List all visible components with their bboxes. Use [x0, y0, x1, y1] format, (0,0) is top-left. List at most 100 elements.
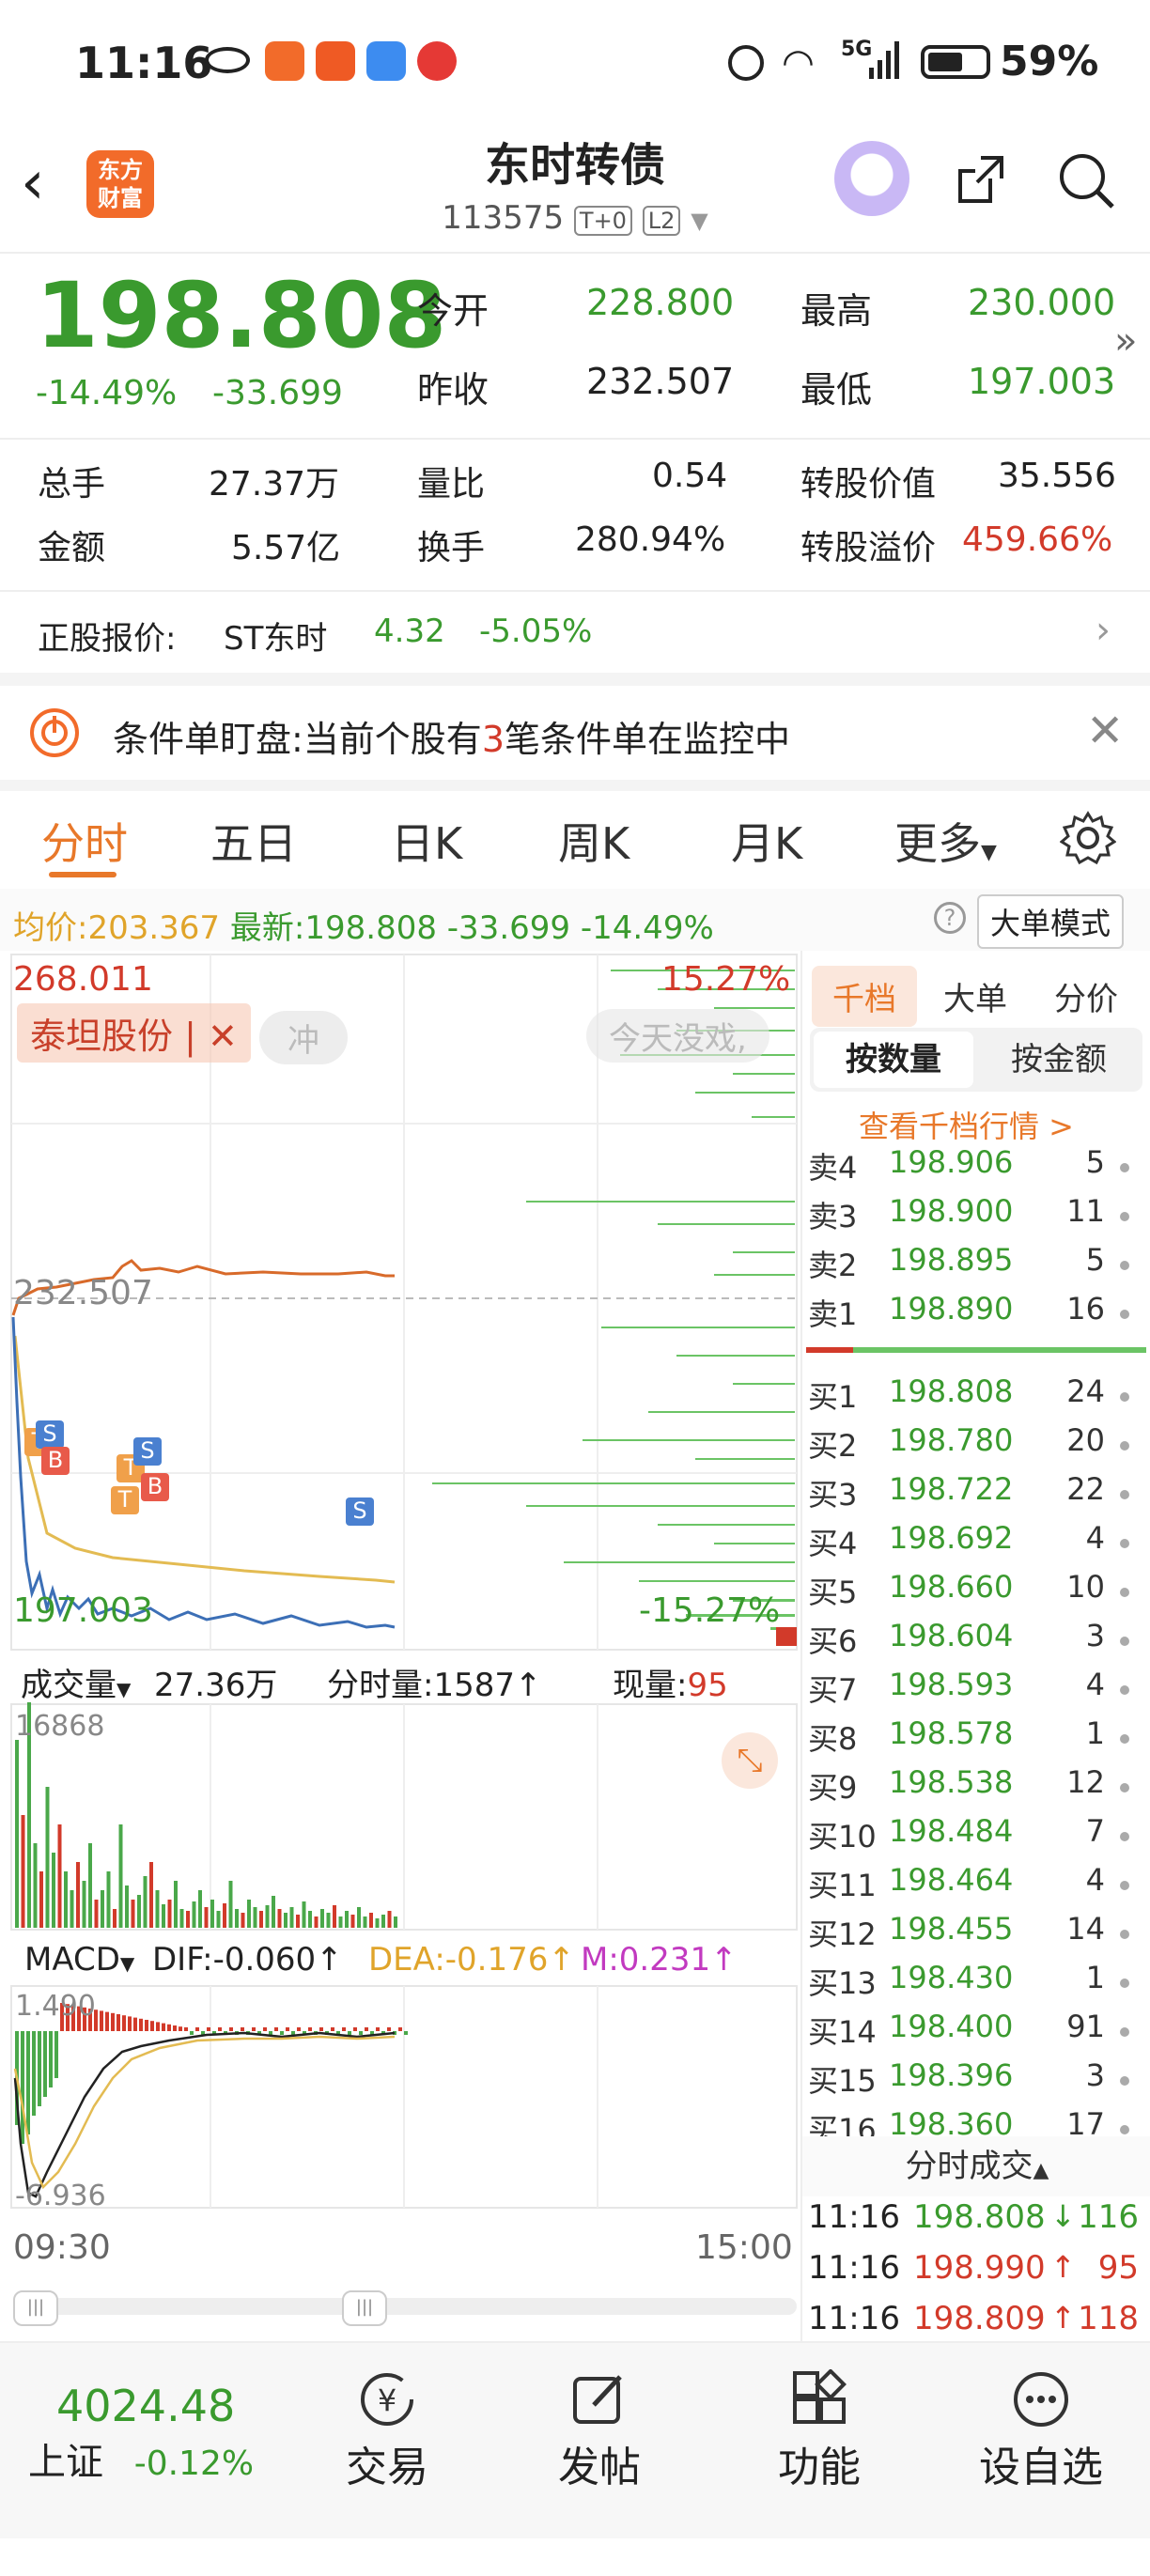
- nav-trade[interactable]: ¥ 交易: [303, 2369, 472, 2493]
- bid-level-price: 198.430: [889, 1960, 1014, 1995]
- nav-add-watchlist[interactable]: 设自选: [956, 2369, 1126, 2493]
- bid-level-row[interactable]: 买10 198.484 7: [802, 1813, 1146, 1862]
- volume-bar: [259, 1911, 263, 1928]
- bid-level-row[interactable]: 买13 198.430 1: [802, 1960, 1146, 2009]
- l2-badge: L2: [642, 206, 681, 236]
- ask-level-row[interactable]: 卖1 198.890 16: [802, 1291, 1146, 1340]
- expand-right-icon[interactable]: »: [1114, 319, 1137, 363]
- compare-chip[interactable]: 冲: [259, 1011, 348, 1064]
- bid-level-row[interactable]: 买5 198.660 10: [802, 1569, 1146, 1618]
- tick-price: 198.990: [913, 2249, 1046, 2287]
- condition-order-alert[interactable]: 条件单盯盘:当前个股有3笔条件单在监控中 ✕: [0, 686, 1150, 780]
- ask-level-row[interactable]: 卖4 198.906 5: [802, 1144, 1146, 1193]
- settings-gear-icon[interactable]: [1059, 810, 1117, 866]
- side-tab-depth[interactable]: 千档: [812, 966, 917, 1027]
- low-label: 最低: [800, 369, 873, 411]
- prev-value: 232.507: [586, 361, 735, 402]
- bid-level-row[interactable]: 买9 198.538 12: [802, 1764, 1146, 1813]
- search-icon[interactable]: [1056, 150, 1116, 210]
- bid-level-row[interactable]: 买3 198.722 22: [802, 1471, 1146, 1520]
- volume-bar: [338, 1916, 343, 1928]
- bid-level-row[interactable]: 买4 198.692 4: [802, 1520, 1146, 1569]
- bid-level-row[interactable]: 买12 198.455 14: [802, 1911, 1146, 1960]
- nav-functions[interactable]: 功能: [735, 2368, 904, 2493]
- bid-level-row[interactable]: 买8 198.578 1: [802, 1715, 1146, 1764]
- bid-level-row[interactable]: 买16 198.360 17: [802, 2106, 1146, 2136]
- level-dot-icon: [1120, 2125, 1129, 2134]
- bid-level-row[interactable]: 买11 198.464 4: [802, 1862, 1146, 1911]
- tick-time: 11:16: [808, 2300, 900, 2337]
- bid-level-row[interactable]: 买7 198.593 4: [802, 1667, 1146, 1715]
- chevron-down-icon: ▼: [691, 208, 708, 234]
- tab-more[interactable]: 更多▼: [894, 810, 997, 872]
- tab-intraday[interactable]: 分时: [41, 810, 128, 872]
- help-icon[interactable]: ?: [934, 902, 966, 934]
- comment-hint[interactable]: 今天没戏,: [586, 1009, 769, 1063]
- view-depth-link[interactable]: 查看千档行情 >: [859, 1103, 1074, 1146]
- slider-handle-right[interactable]: |||: [342, 2290, 387, 2326]
- expand-icon[interactable]: ⤡: [722, 1732, 778, 1789]
- trade-marker-b[interactable]: B: [141, 1473, 169, 1501]
- trade-marker-t[interactable]: T: [111, 1486, 139, 1514]
- tab-weekly-k[interactable]: 周K: [558, 810, 629, 872]
- bid-level-row[interactable]: 买14 198.400 91: [802, 2009, 1146, 2057]
- robot-avatar-icon[interactable]: [834, 141, 909, 216]
- bid-level-price: 198.538: [889, 1764, 1014, 1800]
- bid-level-row[interactable]: 买1 198.808 24: [802, 1373, 1146, 1422]
- big-order-mode-button[interactable]: 大单模式: [977, 894, 1125, 949]
- nav-post[interactable]: 发帖: [515, 2369, 684, 2493]
- level-dot-icon: [1120, 2027, 1129, 2037]
- slider-handle-left[interactable]: |||: [13, 2290, 58, 2326]
- index-ticker[interactable]: 4024.48 上证 -0.12%: [28, 2381, 310, 2486]
- order-book-panel: 千档 大单 分价 按数量 按金额 查看千档行情 > 卖4 198.906 5 卖3 19…: [800, 951, 1150, 2341]
- volume-bar: [369, 1913, 373, 1928]
- bid-level-qty: 20: [1066, 1422, 1105, 1458]
- period-tabs: 分时 五日 日K 周K 月K 更多▼: [0, 791, 1150, 885]
- level-dot-icon: [1120, 1261, 1129, 1270]
- premium-label: 转股溢价: [800, 529, 937, 567]
- tab-five-day[interactable]: 五日: [210, 810, 297, 872]
- nav-trade-label: 交易: [346, 2444, 428, 2491]
- tab-monthly-k[interactable]: 月K: [731, 810, 802, 872]
- bid-levels: 买1 198.808 24 买2 198.780 20 买3 198.722 22 买4 198.6…: [802, 1373, 1150, 2136]
- compare-stock-tag[interactable]: 泰坦股份 | ✕: [17, 1003, 251, 1063]
- macd-selector[interactable]: MACD▼: [24, 1941, 134, 1979]
- macd-bar: [133, 2017, 137, 2031]
- trade-marker-s[interactable]: S: [36, 1420, 64, 1449]
- share-icon[interactable]: [953, 150, 1009, 207]
- side-tab-big-orders[interactable]: 大单: [943, 973, 1007, 1019]
- ask-level-row[interactable]: 卖3 198.900 11: [802, 1193, 1146, 1242]
- ask-level-row[interactable]: 卖2 198.895 5: [802, 1242, 1146, 1291]
- ask-level-label: 卖1: [808, 1296, 858, 1332]
- now-volume-label: 现量:: [613, 1667, 688, 1704]
- bid-level-price: 198.484: [889, 1813, 1014, 1849]
- underlying-stock-row[interactable]: 正股报价: ST东时 4.32 -5.05% ›: [0, 592, 1150, 673]
- macd-bar: [179, 2026, 182, 2031]
- volume-selector[interactable]: 成交量▼: [21, 1659, 131, 1705]
- alert-count: 3: [481, 719, 505, 760]
- bid-level-row[interactable]: 买15 198.396 3: [802, 2057, 1146, 2106]
- tab-daily-k[interactable]: 日K: [391, 810, 462, 872]
- close-icon[interactable]: ✕: [1086, 705, 1124, 757]
- svg-text:¥: ¥: [378, 2382, 396, 2418]
- trade-marker-s[interactable]: S: [133, 1437, 162, 1466]
- intraday-chart[interactable]: 268.011 232.507 197.003 15.27% -15.27% 泰…: [0, 951, 800, 2576]
- volume-bar: [131, 1900, 135, 1928]
- macd-bar: [319, 2027, 323, 2031]
- toggle-by-amount[interactable]: 按金额: [979, 1032, 1139, 1088]
- bid-level-row[interactable]: 买2 198.780 20: [802, 1422, 1146, 1471]
- toggle-by-quantity[interactable]: 按数量: [814, 1032, 973, 1088]
- volume-bar: [125, 1885, 129, 1928]
- volume-bar: [326, 1913, 331, 1928]
- macd-bar: [43, 2031, 47, 2097]
- pct-value: -14.49%: [580, 909, 714, 947]
- time-range-slider[interactable]: [13, 2298, 797, 2315]
- side-tab-price-dist[interactable]: 分价: [1054, 973, 1118, 1019]
- alert-text-a: 条件单盯盘:当前个股有: [113, 719, 482, 760]
- trade-marker-b[interactable]: B: [41, 1447, 70, 1475]
- macd-dif: DIF:-0.060: [152, 1941, 317, 1979]
- ask-level-price: 198.906: [889, 1144, 1014, 1180]
- trade-marker-s[interactable]: S: [346, 1497, 374, 1526]
- tick-trades-header[interactable]: 分时成交▲: [802, 2136, 1150, 2196]
- bid-level-row[interactable]: 买6 198.604 3: [802, 1618, 1146, 1667]
